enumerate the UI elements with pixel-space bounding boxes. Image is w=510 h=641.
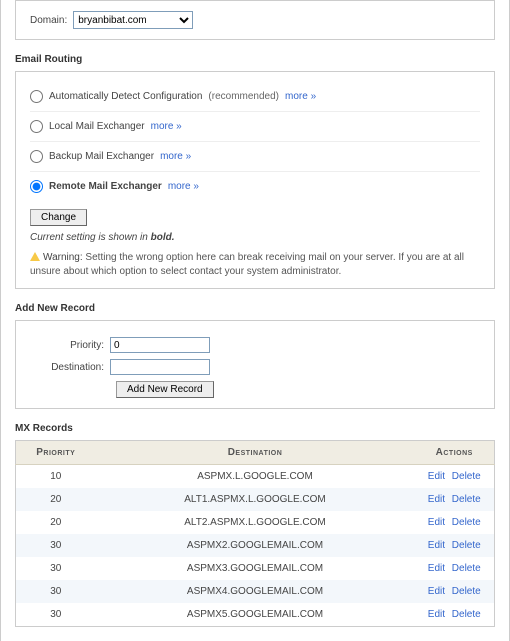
destination-input[interactable] <box>110 359 210 375</box>
delete-link[interactable]: Delete <box>452 517 481 528</box>
priority-label: Priority: <box>30 340 110 351</box>
table-row: 30ASPMX5.GOOGLEMAIL.COMEdit Delete <box>16 603 495 627</box>
edit-link[interactable]: Edit <box>428 494 445 505</box>
add-record-panel: Priority: Destination: Add New Record <box>15 320 495 409</box>
delete-link[interactable]: Delete <box>452 540 481 551</box>
cell-destination: ALT2.ASPMX.L.GOOGLE.COM <box>96 511 415 534</box>
cell-actions: Edit Delete <box>415 580 495 603</box>
table-row: 10ASPMX.L.GOOGLE.COMEdit Delete <box>16 465 495 489</box>
edit-link[interactable]: Edit <box>428 471 445 482</box>
cell-destination: ASPMX3.GOOGLEMAIL.COM <box>96 557 415 580</box>
destination-label: Destination: <box>30 362 110 373</box>
routing-option: Local Mail Exchanger more » <box>30 112 480 142</box>
table-row: 20ALT1.ASPMX.L.GOOGLE.COMEdit Delete <box>16 488 495 511</box>
mx-records-heading: MX Records <box>15 423 495 434</box>
domain-label: Domain: <box>30 15 67 26</box>
col-destination: Destination <box>96 441 415 465</box>
warning-text: Warning: Setting the wrong option here c… <box>30 251 480 278</box>
routing-option-label: Automatically Detect Configuration <box>49 91 202 102</box>
warning-icon <box>30 252 40 261</box>
domain-panel: Domain: bryanbibat.com <box>15 0 495 40</box>
table-row: 30ASPMX2.GOOGLEMAIL.COMEdit Delete <box>16 534 495 557</box>
delete-link[interactable]: Delete <box>452 563 481 574</box>
routing-radio[interactable] <box>30 150 43 163</box>
routing-option: Remote Mail Exchanger more » <box>30 172 480 201</box>
edit-link[interactable]: Edit <box>428 517 445 528</box>
col-actions: Actions <box>415 441 495 465</box>
routing-option: Backup Mail Exchanger more » <box>30 142 480 172</box>
delete-link[interactable]: Delete <box>452 609 481 620</box>
mx-records-table: Priority Destination Actions 10ASPMX.L.G… <box>15 440 495 627</box>
table-row: 20ALT2.ASPMX.L.GOOGLE.COMEdit Delete <box>16 511 495 534</box>
more-link[interactable]: more » <box>168 181 199 192</box>
edit-link[interactable]: Edit <box>428 563 445 574</box>
table-row: 30ASPMX4.GOOGLEMAIL.COMEdit Delete <box>16 580 495 603</box>
cell-actions: Edit Delete <box>415 534 495 557</box>
routing-radio[interactable] <box>30 120 43 133</box>
more-link[interactable]: more » <box>285 91 316 102</box>
routing-option-label: Remote Mail Exchanger <box>49 181 162 192</box>
cell-destination: ASPMX5.GOOGLEMAIL.COM <box>96 603 415 627</box>
edit-link[interactable]: Edit <box>428 586 445 597</box>
cell-priority: 20 <box>16 488 96 511</box>
change-button[interactable]: Change <box>30 209 87 226</box>
cell-priority: 30 <box>16 557 96 580</box>
col-priority: Priority <box>16 441 96 465</box>
cell-actions: Edit Delete <box>415 488 495 511</box>
more-link[interactable]: more » <box>151 121 182 132</box>
routing-radio[interactable] <box>30 180 43 193</box>
domain-select[interactable]: bryanbibat.com <box>73 11 193 29</box>
cell-destination: ALT1.ASPMX.L.GOOGLE.COM <box>96 488 415 511</box>
cell-destination: ASPMX2.GOOGLEMAIL.COM <box>96 534 415 557</box>
add-record-heading: Add New Record <box>15 303 495 314</box>
cell-actions: Edit Delete <box>415 557 495 580</box>
edit-link[interactable]: Edit <box>428 540 445 551</box>
cell-actions: Edit Delete <box>415 603 495 627</box>
delete-link[interactable]: Delete <box>452 471 481 482</box>
email-routing-heading: Email Routing <box>15 54 495 65</box>
edit-link[interactable]: Edit <box>428 609 445 620</box>
routing-option-suffix: (recommended) <box>208 91 279 102</box>
cell-priority: 20 <box>16 511 96 534</box>
priority-input[interactable] <box>110 337 210 353</box>
routing-radio[interactable] <box>30 90 43 103</box>
routing-option: Automatically Detect Configuration (reco… <box>30 82 480 112</box>
cell-actions: Edit Delete <box>415 511 495 534</box>
cell-destination: ASPMX.L.GOOGLE.COM <box>96 465 415 489</box>
email-routing-panel: Automatically Detect Configuration (reco… <box>15 71 495 289</box>
cell-priority: 30 <box>16 580 96 603</box>
delete-link[interactable]: Delete <box>452 586 481 597</box>
cell-priority: 30 <box>16 534 96 557</box>
cell-actions: Edit Delete <box>415 465 495 489</box>
current-setting-note: Current setting is shown in bold. <box>30 232 480 243</box>
more-link[interactable]: more » <box>160 151 191 162</box>
add-record-button[interactable]: Add New Record <box>116 381 214 398</box>
table-row: 30ASPMX3.GOOGLEMAIL.COMEdit Delete <box>16 557 495 580</box>
cell-destination: ASPMX4.GOOGLEMAIL.COM <box>96 580 415 603</box>
cell-priority: 10 <box>16 465 96 489</box>
routing-option-label: Local Mail Exchanger <box>49 121 145 132</box>
cell-priority: 30 <box>16 603 96 627</box>
routing-option-label: Backup Mail Exchanger <box>49 151 154 162</box>
delete-link[interactable]: Delete <box>452 494 481 505</box>
